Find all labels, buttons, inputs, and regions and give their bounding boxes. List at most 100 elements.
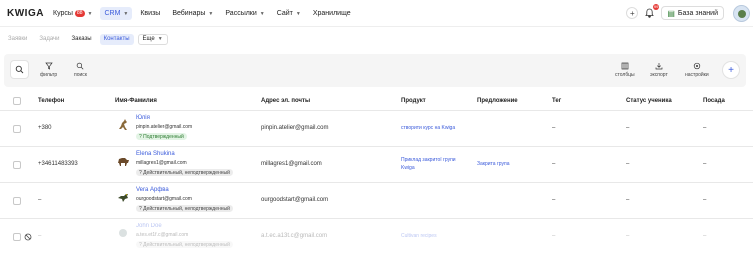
nav-site-label: Сайт [276, 10, 293, 17]
user-avatar[interactable] [733, 4, 750, 22]
notifications-button[interactable]: 99 [643, 4, 660, 19]
bird-avatar-icon [118, 194, 128, 202]
contact-email-sub: pinpin.atelier@gmail.com [136, 124, 193, 130]
filter-button[interactable]: фильтр [40, 62, 57, 78]
col-phone[interactable]: Телефон [38, 98, 64, 104]
phone-cell: +34611483393 [38, 161, 78, 167]
nav-crm-label: CRM [104, 10, 121, 17]
col-name[interactable]: Имя-Фамилия [115, 98, 157, 104]
top-navigation-bar: KWIGA Курсы 88 ▼ CRM ▼ Квизы Вебинары ▼ … [0, 0, 753, 27]
table-row[interactable]: +34611483393 Elena Shukina millagres1@gm… [0, 147, 753, 183]
add-contact-button[interactable]: + [722, 61, 740, 79]
settings-button[interactable]: настройки [685, 62, 709, 78]
row-checkbox[interactable] [13, 197, 21, 205]
magnifier-icon [15, 65, 24, 74]
posada-cell: – [703, 197, 707, 203]
row-checkbox[interactable] [13, 125, 21, 133]
nav-site[interactable]: Сайт ▼ [273, 7, 305, 20]
contact-email-sub: ourgoodstart@gmail.com [136, 196, 192, 202]
kangaroo-avatar-icon [119, 119, 127, 130]
col-email[interactable]: Адрес эл. почты [261, 98, 310, 104]
contact-name-link[interactable]: Vera Арфва [136, 187, 169, 193]
kwiga-logo[interactable]: KWIGA [7, 8, 44, 19]
contact-email-sub: a.tes.et1f.c@gmail.com [136, 232, 189, 238]
nav-mailings-label: Рассылки [225, 10, 257, 17]
columns-button[interactable]: столбцы [615, 62, 635, 78]
tag-cell: – [552, 161, 556, 167]
columns-icon [621, 62, 629, 70]
export-button[interactable]: экспорт [650, 62, 668, 78]
nav-storage[interactable]: Хранилище [309, 7, 355, 20]
gear-icon [693, 62, 700, 70]
search-label: поиск [74, 72, 87, 78]
columns-label: столбцы [615, 72, 635, 78]
nav-webinars-label: Вебинары [172, 10, 206, 17]
bison-avatar-icon [118, 158, 129, 166]
contact-name-link[interactable]: Elena Shukina [136, 151, 175, 157]
tab-more-label: Еще [142, 36, 155, 42]
contact-email-sub: millagres1@gmail.com [136, 160, 187, 166]
zoom-search-button[interactable] [10, 60, 29, 79]
posada-cell: – [703, 161, 707, 167]
table-row[interactable]: +380 Юлія pinpin.atelier@gmail.com ? Под… [0, 111, 753, 147]
nav-mailings[interactable]: Рассылки ▼ [221, 7, 268, 20]
knowledge-base-button[interactable]: ▤ База знаний [661, 6, 724, 20]
table-toolbar: фильтр поиск столбцы экспорт настройки + [4, 54, 746, 87]
product-link[interactable]: Cultivan recipes [401, 233, 437, 239]
knowledge-base-label: База знаний [677, 9, 718, 17]
status-badge: ? Действительный, неподтвержденный [136, 169, 233, 176]
tab-contacts[interactable]: Контакты [99, 33, 134, 45]
row-checkbox[interactable] [13, 161, 21, 169]
chevron-down-icon: ▼ [123, 10, 129, 17]
tab-requests[interactable]: Заявки [4, 34, 31, 45]
offer-link[interactable]: Закрита група [477, 161, 510, 167]
email-cell: a.t.ec.a13t.c@gmail.com [261, 233, 328, 239]
quick-add-button[interactable]: + [626, 7, 639, 19]
table-row[interactable]: – Vera Арфва ourgoodstart@gmail.com ? Де… [0, 183, 753, 219]
table-row[interactable]: – John Doe a.tes.et1f.c@gmail.com ? Дейс… [0, 219, 753, 258]
col-student-status[interactable]: Статус ученика [626, 98, 672, 104]
tag-cell: – [552, 197, 556, 203]
crm-subtabs: Заявки Задачи Заказы Контакты Еще ▼ [4, 33, 172, 45]
email-cell: ourgoodstart@gmail.com [261, 197, 329, 203]
email-cell: millagres1@gmail.com [261, 161, 322, 167]
student-status-cell: – [626, 161, 630, 167]
tag-cell: – [552, 125, 556, 131]
posada-cell: – [703, 233, 707, 239]
contact-name-link[interactable]: John Doe [136, 223, 162, 229]
table-header: Телефон Имя-Фамилия Адрес эл. почты Прод… [0, 92, 753, 111]
col-posada[interactable]: Посада [703, 98, 725, 104]
download-icon [655, 63, 663, 70]
nav-webinars[interactable]: Вебинары ▼ [168, 7, 217, 20]
animal-avatar-icon [119, 229, 127, 237]
search-button[interactable]: поиск [74, 62, 87, 78]
student-status-cell: – [626, 197, 630, 203]
contact-name-link[interactable]: Юлія [136, 115, 150, 121]
book-icon: ▤ [667, 8, 675, 18]
select-all-checkbox[interactable] [13, 97, 21, 105]
product-link[interactable]: створити курс на Kwiga [401, 125, 455, 131]
nav-quizzes[interactable]: Квизы [136, 7, 164, 20]
nav-courses[interactable]: Курсы 88 ▼ [49, 7, 96, 20]
top-right-actions: + 99 ▤ База знаний [626, 4, 753, 22]
nav-crm[interactable]: CRM ▼ [100, 7, 133, 20]
col-product[interactable]: Продукт [401, 98, 426, 104]
tab-more-dropdown[interactable]: Еще ▼ [137, 33, 168, 45]
col-offer[interactable]: Предложение [477, 98, 518, 104]
main-nav: Курсы 88 ▼ CRM ▼ Квизы Вебинары ▼ Рассыл… [49, 7, 359, 20]
bell-icon [644, 8, 654, 18]
phone-cell: – [38, 197, 42, 203]
settings-label: настройки [685, 72, 709, 78]
tab-orders[interactable]: Заказы [68, 34, 96, 45]
chevron-down-icon: ▼ [208, 10, 214, 17]
nav-storage-label: Хранилище [312, 10, 351, 17]
tab-tasks[interactable]: Задачи [35, 34, 63, 45]
col-tag[interactable]: Тег [552, 98, 561, 104]
notifications-count-badge: 99 [652, 4, 660, 10]
status-badge: ? Подтвержденный [136, 133, 187, 140]
phone-cell: +380 [38, 125, 52, 131]
product-link[interactable]: Приклад закритої групи [401, 157, 456, 163]
email-cell: pinpin.atelier@gmail.com [261, 125, 329, 131]
product-link-cont[interactable]: Kwiga [401, 165, 415, 171]
filter-label: фильтр [40, 72, 58, 78]
